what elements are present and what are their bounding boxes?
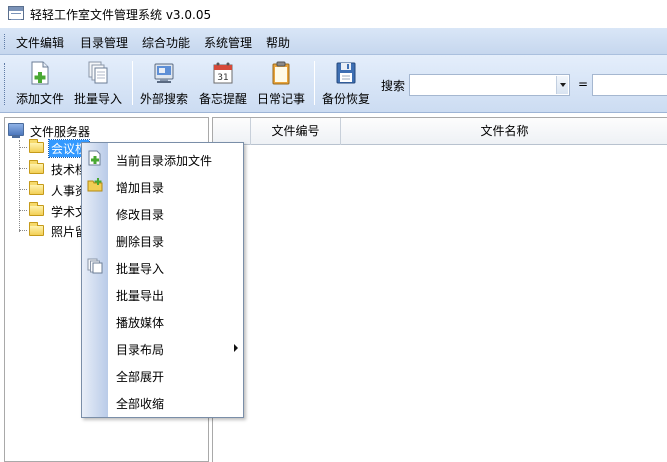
add-folder-icon (87, 178, 103, 192)
folder-icon (29, 181, 44, 195)
grid-header: 文件编号 文件名称 (213, 118, 667, 145)
ctx-rename-directory[interactable]: 修改目录 (82, 199, 243, 226)
chevron-down-icon[interactable] (556, 76, 568, 94)
folder-icon (29, 222, 44, 236)
ctx-add-file-to-current-dir[interactable]: 当前目录添加文件 (82, 145, 243, 172)
external-search-icon (154, 63, 174, 83)
batch-import-icon (88, 61, 108, 84)
batch-import-icon (87, 258, 103, 274)
memo-reminder-button[interactable]: 31 备忘提醒 (196, 59, 250, 109)
menu-directory-management[interactable]: 目录管理 (80, 34, 128, 51)
menu-integrated-functions[interactable]: 综合功能 (142, 34, 190, 51)
grid-col-file-name[interactable]: 文件名称 (341, 118, 667, 145)
ctx-collapse-all[interactable]: 全部收缩 (82, 388, 243, 415)
app-window-icon (8, 6, 24, 20)
grid-col-file-number[interactable]: 文件编号 (251, 118, 341, 145)
equals-label: = (578, 77, 589, 91)
menu-help[interactable]: 帮助 (266, 34, 290, 51)
toolbar-separator (314, 61, 315, 105)
menubar-grip[interactable] (4, 34, 6, 49)
menu-bar: 文件编辑 目录管理 综合功能 系统管理 帮助 (0, 28, 667, 55)
batch-import-button[interactable]: 批量导入 (71, 59, 125, 109)
add-file-button[interactable]: 添加文件 (13, 59, 67, 109)
search-field-combo[interactable] (409, 74, 570, 96)
add-file-icon (88, 150, 101, 166)
ctx-add-directory[interactable]: 增加目录 (82, 172, 243, 199)
grid-col-indicator[interactable] (213, 118, 251, 145)
menu-file-edit[interactable]: 文件编辑 (16, 34, 64, 51)
clipboard-icon (272, 61, 290, 85)
folder-icon (29, 202, 44, 216)
floppy-disk-icon (336, 62, 356, 84)
toolbar-separator (132, 61, 133, 105)
external-search-button[interactable]: 外部搜索 (137, 59, 191, 109)
folder-icon (29, 139, 44, 153)
ctx-batch-import[interactable]: 批量导入 (82, 253, 243, 280)
toolbar-grip[interactable] (4, 63, 6, 105)
add-file-icon (31, 61, 49, 85)
ctx-directory-layout[interactable]: 目录布局 (82, 334, 243, 361)
daily-notes-button[interactable]: 日常记事 (254, 59, 308, 109)
window-title: 轻轻工作室文件管理系统 v3.0.05 (30, 8, 212, 22)
folder-icon (29, 160, 44, 174)
calendar-icon: 31 (213, 62, 233, 84)
monitor-icon (8, 123, 24, 138)
ctx-delete-directory[interactable]: 删除目录 (82, 226, 243, 253)
backup-restore-button[interactable]: 备份恢复 (319, 59, 373, 109)
file-grid[interactable]: 文件编号 文件名称 (212, 117, 667, 462)
menu-system-management[interactable]: 系统管理 (204, 34, 252, 51)
search-input[interactable] (592, 74, 667, 96)
ctx-batch-export[interactable]: 批量导出 (82, 280, 243, 307)
svg-text:31: 31 (217, 73, 228, 83)
context-menu: 当前目录添加文件 增加目录 修改目录 删除目录 批量导入 批量导出 播放媒体 目… (81, 142, 244, 418)
search-label: 搜索 (381, 79, 406, 93)
title-bar: 轻轻工作室文件管理系统 v3.0.05 (0, 0, 667, 28)
submenu-arrow-icon (234, 344, 238, 352)
ctx-play-media[interactable]: 播放媒体 (82, 307, 243, 334)
ctx-expand-all[interactable]: 全部展开 (82, 361, 243, 388)
